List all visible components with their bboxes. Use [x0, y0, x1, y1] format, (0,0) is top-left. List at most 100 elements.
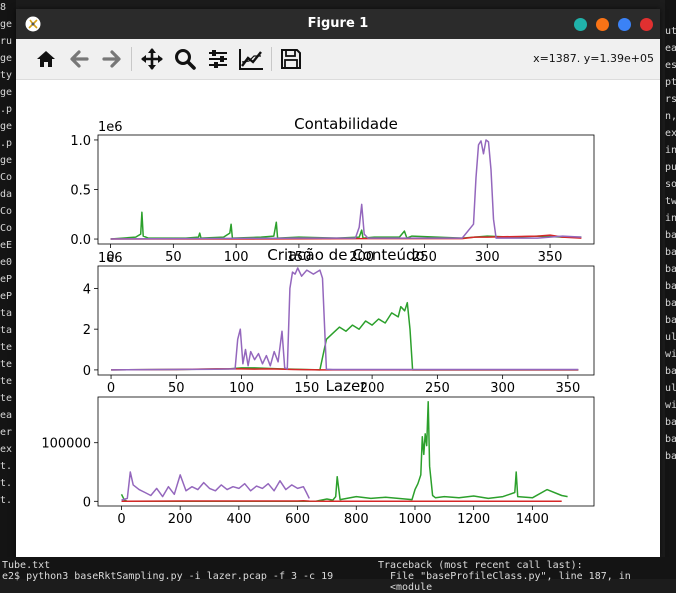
- minimize-button[interactable]: [596, 18, 609, 31]
- terminal-line: eP: [0, 274, 13, 285]
- terminal-line: bas: [665, 366, 676, 377]
- terminal-line: ge: [0, 121, 13, 132]
- x-tick-label: 350: [538, 250, 563, 265]
- terminal-line: ut: [665, 26, 676, 37]
- terminal-line: bas: [665, 230, 676, 241]
- terminal-left: 8 ge ru ge ty ge .p ge .p ge Co da Co Co eE e0 eP eP ta ta t…: [0, 0, 16, 579]
- terminal-line: bas: [665, 298, 676, 309]
- terminal-line: in: [665, 145, 676, 156]
- arrow-left-icon: [70, 50, 89, 68]
- x-tick-label: 1000: [398, 512, 431, 527]
- x-tick-label: 50: [168, 381, 185, 396]
- x-tick-label: 100: [229, 381, 254, 396]
- terminal-text: Traceback (most recent call last):: [378, 560, 583, 571]
- terminal-line: da: [0, 189, 13, 200]
- terminal-line: ex: [0, 444, 13, 455]
- chart-title: Lazer: [326, 377, 368, 395]
- terminal-line: ge: [0, 155, 13, 166]
- terminal-line: ea: [0, 410, 13, 421]
- forward-button[interactable]: [98, 45, 126, 73]
- figure-canvas[interactable]: 0 50 100 150 200 250 300 350 0.0 0.5 1.0 1e6 Contabi…: [16, 80, 660, 557]
- chart-title: Criacão de Conteúdo: [267, 246, 424, 264]
- axis-offset-label: 1e6: [98, 251, 123, 266]
- x-tick-label: 400: [226, 512, 251, 527]
- close-button[interactable]: [640, 18, 653, 31]
- terminal-line: te: [0, 376, 13, 387]
- maximize-button[interactable]: [618, 18, 631, 31]
- x-tick-label: 600: [285, 512, 310, 527]
- series-line-2-2: [121, 471, 310, 501]
- terminal-line: es: [665, 60, 676, 71]
- toolbar: x=1387. y=1.39e+05: [16, 39, 660, 80]
- series-line-2-1: [121, 500, 562, 503]
- title-bar[interactable]: Figure 1: [16, 9, 660, 39]
- terminal-line: ta: [0, 308, 13, 319]
- terminal-line: bas: [665, 281, 676, 292]
- axes-frame: [97, 396, 595, 507]
- floppy-disk-icon: [281, 49, 301, 69]
- y-tick-label: 2: [83, 323, 91, 338]
- y-tick-label: 0.0: [70, 233, 91, 248]
- home-icon: [37, 51, 55, 67]
- window-title: Figure 1: [307, 16, 369, 31]
- configure-button[interactable]: [204, 45, 232, 73]
- arrow-right-icon: [102, 50, 121, 68]
- terminal-line: ta: [0, 325, 13, 336]
- terminal-text: Tube.txt: [2, 560, 51, 571]
- terminal-line: .p: [0, 104, 13, 115]
- terminal-line: Co: [0, 172, 13, 183]
- home-button[interactable]: [32, 45, 60, 73]
- x-tick-label: 150: [294, 381, 319, 396]
- terminal-line: ule: [665, 332, 676, 343]
- terminal-line: wi: [665, 400, 676, 411]
- y-tick-label: 100000: [41, 437, 91, 452]
- terminal-line: ty: [0, 70, 13, 81]
- y-tick-label: 0: [83, 364, 91, 379]
- x-tick-label: 50: [165, 250, 182, 265]
- series-line-2-0: [120, 400, 568, 503]
- x-tick-label: 0: [117, 512, 125, 527]
- terminal-line: eE: [0, 240, 13, 251]
- y-tick-label: 0: [83, 495, 91, 510]
- back-button[interactable]: [65, 45, 93, 73]
- terminal-text: File "baseProfileClass.py", line 187, in…: [390, 571, 631, 593]
- terminal-line: te: [0, 393, 13, 404]
- terminal-bottom: Tube.txt e2$ python3 baseRktSampling.py …: [0, 557, 676, 593]
- terminal-line: bas: [665, 434, 676, 445]
- terminal-line: e0: [0, 257, 13, 268]
- save-button[interactable]: [277, 45, 305, 73]
- series-line-1-2: [111, 267, 579, 371]
- edit-curves-button[interactable]: [237, 45, 265, 73]
- series-line-0-0: [110, 211, 582, 240]
- plots-svg[interactable]: 0 50 100 150 200 250 300 3500.00.51.01e6 Contabi…: [16, 80, 660, 557]
- terminal-line: bas: [665, 247, 676, 258]
- axes-frame: [97, 265, 595, 376]
- terminal-line: 8: [0, 2, 7, 13]
- line-chart-icon: [239, 49, 263, 70]
- axis-offset-label: 1e6: [98, 120, 123, 135]
- terminal-line: t.: [0, 495, 13, 506]
- terminal-line: so: [665, 179, 676, 190]
- terminal-line: Co: [0, 206, 13, 217]
- x-tick-label: 800: [344, 512, 369, 527]
- x-tick-label: 0: [107, 381, 115, 396]
- x-tick-label: 1200: [457, 512, 490, 527]
- x-tick-label: 350: [555, 381, 580, 396]
- toolbar-separator: [271, 47, 272, 71]
- terminal-line: er: [0, 427, 13, 438]
- terminal-line: ex: [665, 128, 676, 139]
- terminal-line: ru: [0, 36, 13, 47]
- terminal-line: ge: [0, 19, 13, 30]
- terminal-line: wi: [665, 349, 676, 360]
- terminal-line: pu: [665, 162, 676, 173]
- terminal-line: bas: [665, 315, 676, 326]
- pan-button[interactable]: [138, 45, 166, 73]
- terminal-line: ge: [0, 87, 13, 98]
- zoom-button[interactable]: [171, 45, 199, 73]
- y-tick-label: 0.5: [70, 184, 91, 199]
- x-tick-label: 1400: [516, 512, 549, 527]
- move-icon: [141, 48, 163, 70]
- terminal-line: ge: [0, 53, 13, 64]
- y-tick-label: 1.0: [70, 134, 91, 149]
- teal-control-icon[interactable]: [574, 18, 587, 31]
